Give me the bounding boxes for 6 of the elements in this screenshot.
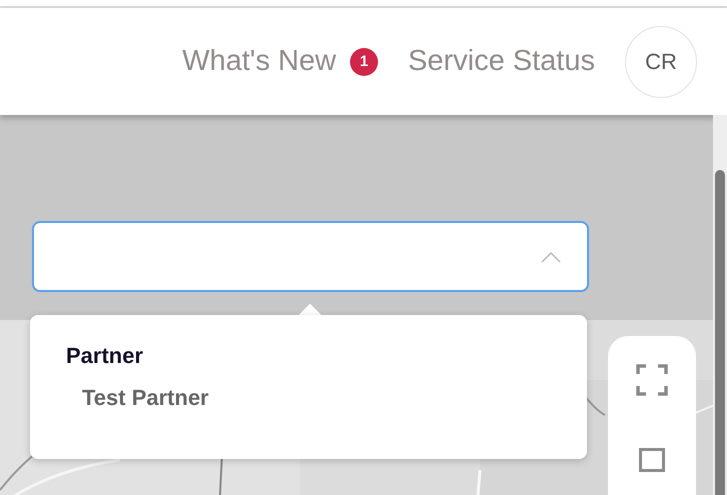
group-heading: Partner bbox=[66, 343, 144, 369]
menu-option[interactable]: Test Partner bbox=[82, 385, 551, 411]
nav-link[interactable]: What's New 1 bbox=[182, 45, 378, 78]
nav-link[interactable]: Service Status bbox=[408, 45, 595, 78]
user-avatar[interactable]: CR bbox=[625, 26, 697, 98]
count-badge: 1 bbox=[350, 48, 378, 76]
